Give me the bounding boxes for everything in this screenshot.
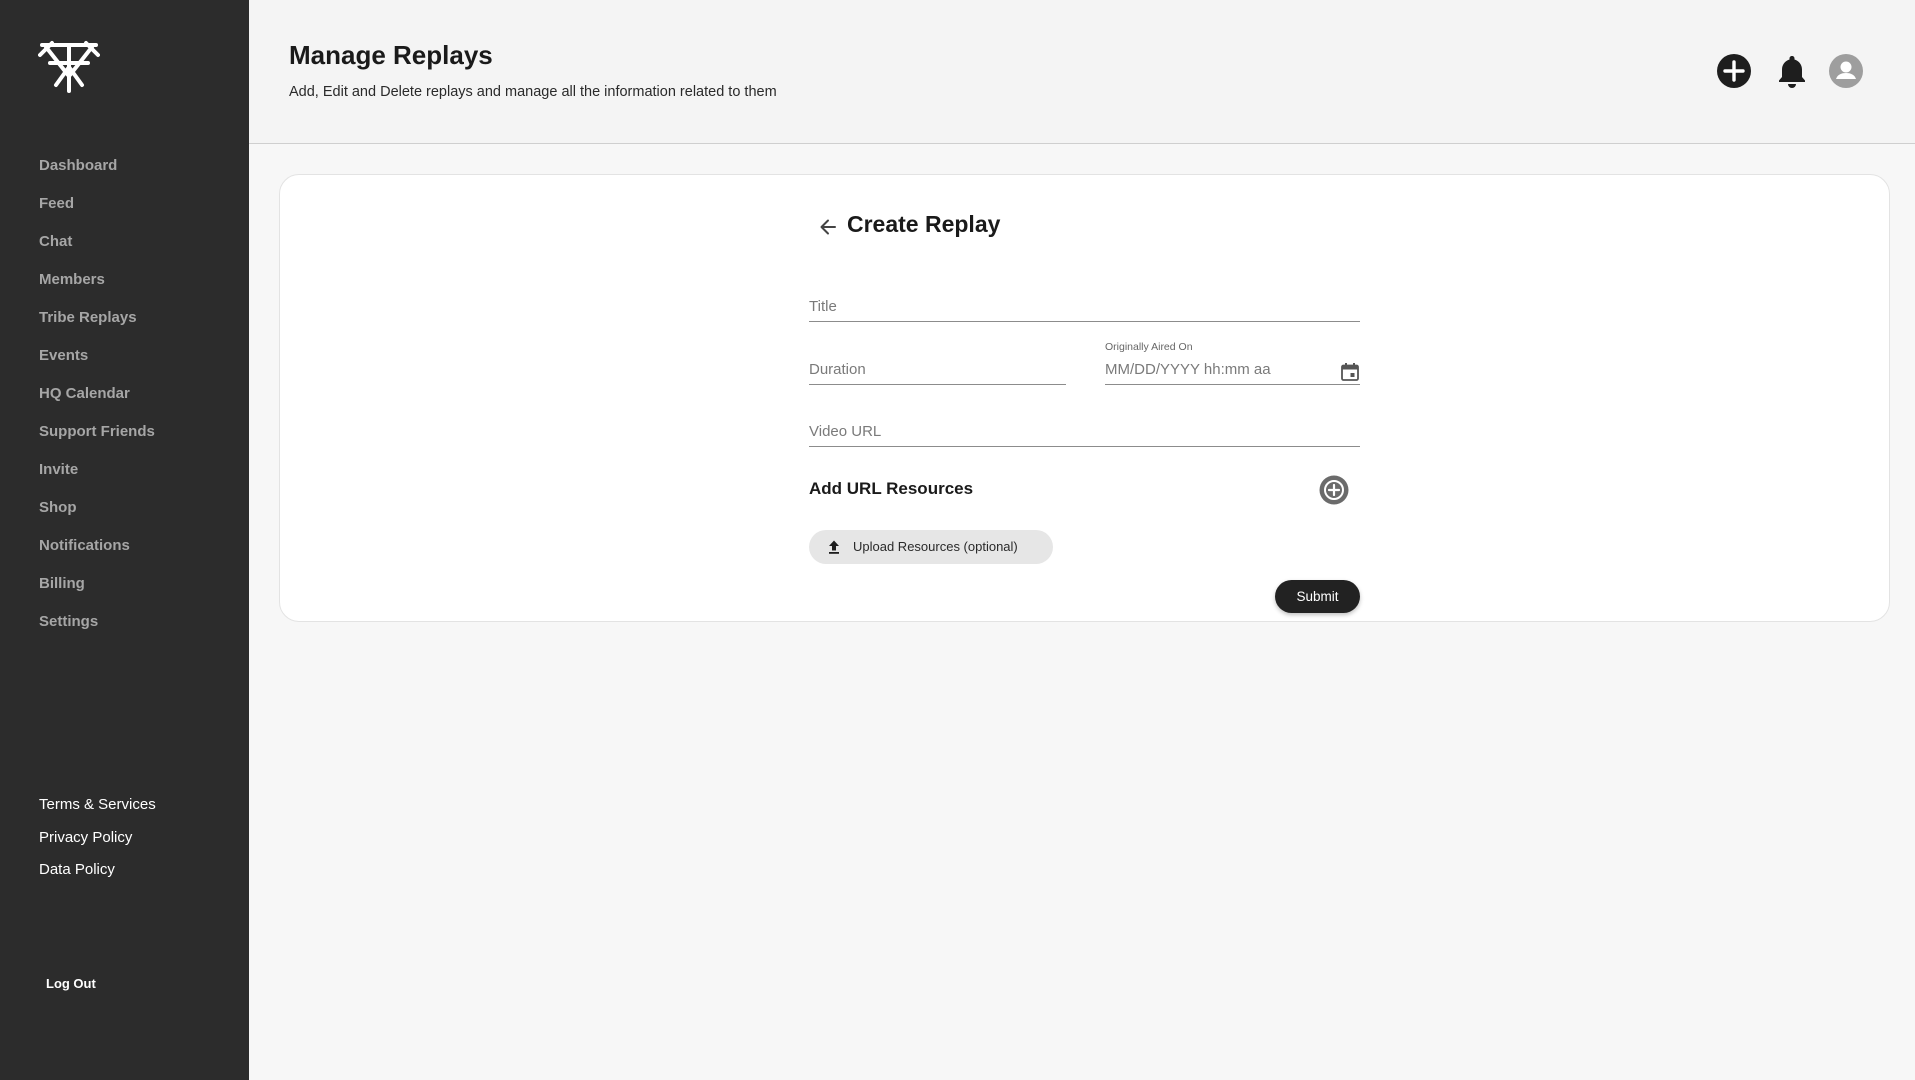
title-input[interactable] [809, 298, 1360, 315]
data-policy-link[interactable]: Data Policy [39, 861, 156, 894]
page-title: Manage Replays [289, 40, 493, 70]
sidebar-item-settings[interactable]: Settings [39, 608, 155, 646]
add-url-resource-icon[interactable] [1319, 475, 1349, 505]
upload-icon [829, 540, 839, 554]
sidebar-nav: Dashboard Feed Chat Members Tribe Replay… [39, 152, 155, 646]
aired-on-label: Originally Aired On [1105, 341, 1193, 353]
sidebar-item-feed[interactable]: Feed [39, 190, 155, 228]
duration-field [809, 361, 1066, 385]
upload-resources-button[interactable]: Upload Resources (optional) [809, 530, 1053, 564]
logout-button[interactable]: Log Out [46, 976, 96, 991]
bell-icon[interactable] [1773, 52, 1811, 90]
calendar-icon[interactable] [1340, 362, 1360, 382]
duration-input[interactable] [809, 361, 1066, 378]
legal-links: Terms & Services Privacy Policy Data Pol… [39, 796, 156, 894]
video-url-field [809, 423, 1360, 447]
sidebar-item-chat[interactable]: Chat [39, 228, 155, 266]
add-circle-icon[interactable] [1715, 52, 1753, 90]
submit-button[interactable]: Submit [1275, 580, 1360, 613]
sidebar-item-notifications[interactable]: Notifications [39, 532, 155, 570]
upload-resources-label: Upload Resources (optional) [853, 539, 1018, 554]
sidebar-item-support-friends[interactable]: Support Friends [39, 418, 155, 456]
add-url-resources-label: Add URL Resources [809, 479, 974, 498]
sidebar-item-hq-calendar[interactable]: HQ Calendar [39, 380, 155, 418]
sidebar-item-billing[interactable]: Billing [39, 570, 155, 608]
sidebar: Dashboard Feed Chat Members Tribe Replay… [0, 0, 249, 1080]
video-url-input[interactable] [809, 423, 1360, 440]
sidebar-item-events[interactable]: Events [39, 342, 155, 380]
tribe-logo-icon[interactable] [38, 37, 100, 97]
sidebar-item-invite[interactable]: Invite [39, 456, 155, 494]
title-field [809, 298, 1360, 322]
sidebar-item-shop[interactable]: Shop [39, 494, 155, 532]
sidebar-item-members[interactable]: Members [39, 266, 155, 304]
page-header: Manage Replays Add, Edit and Delete repl… [249, 0, 1915, 144]
sidebar-item-tribe-replays[interactable]: Tribe Replays [39, 304, 155, 342]
account-icon[interactable] [1827, 52, 1865, 90]
aired-on-input[interactable] [1105, 361, 1360, 378]
privacy-policy-link[interactable]: Privacy Policy [39, 829, 156, 862]
create-replay-card: Create Replay Add URL Resources [279, 174, 1890, 622]
page-subtitle: Add, Edit and Delete replays and manage … [289, 84, 777, 100]
terms-link[interactable]: Terms & Services [39, 796, 156, 829]
back-arrow-icon[interactable] [818, 217, 838, 237]
sidebar-item-dashboard[interactable]: Dashboard [39, 152, 155, 190]
aired-on-field [1105, 361, 1360, 385]
header-actions [1715, 52, 1875, 90]
form-title: Create Replay [847, 211, 1001, 237]
